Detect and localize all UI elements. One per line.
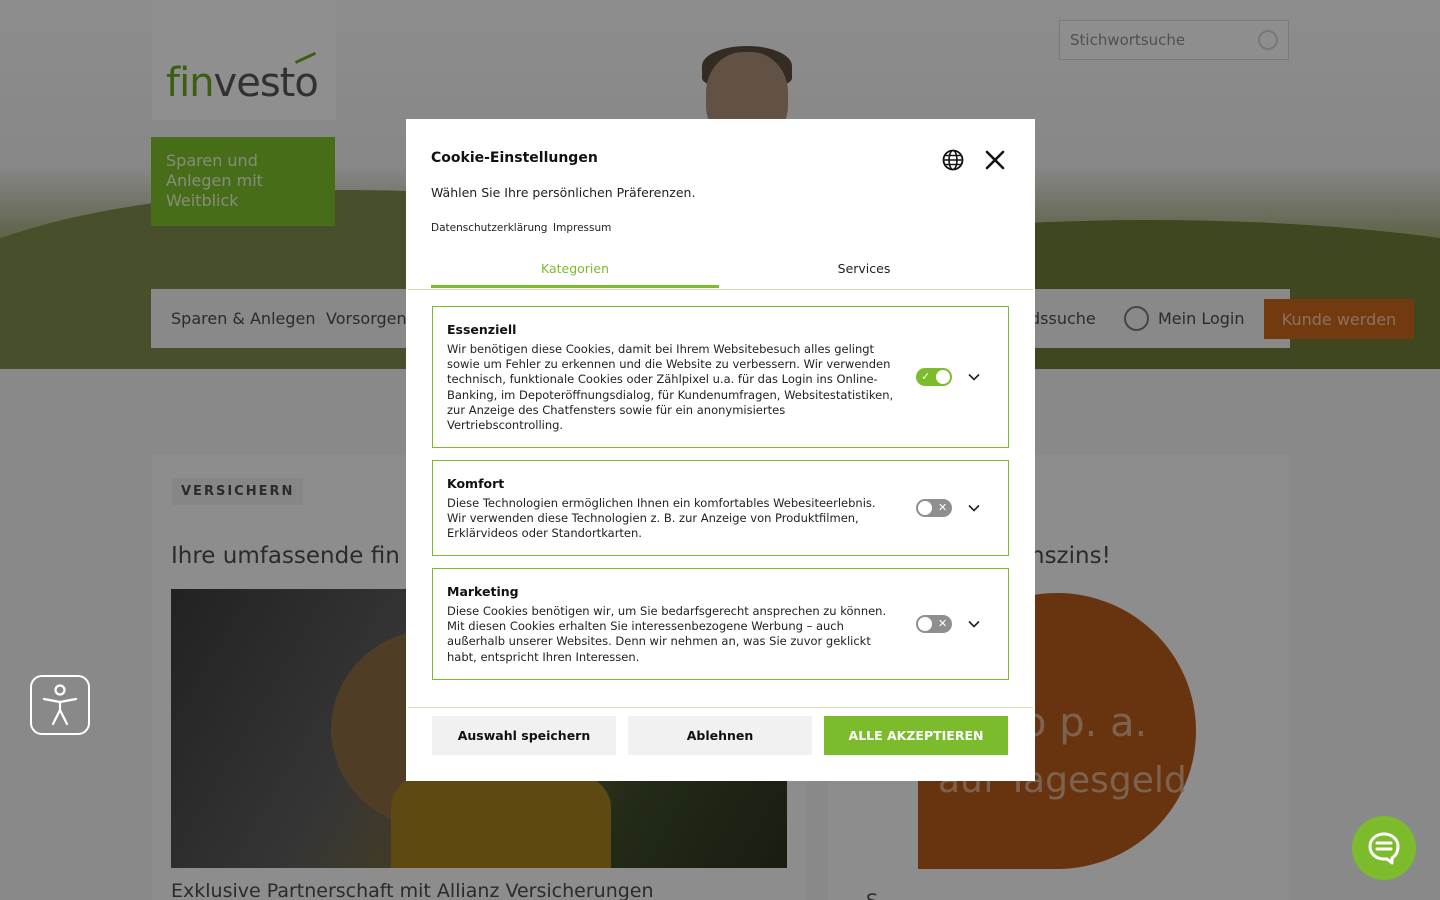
globe-icon[interactable] (942, 149, 964, 171)
tab-divider (408, 289, 1033, 290)
accept-all-button[interactable]: ALLE AKZEPTIEREN (824, 716, 1008, 755)
save-selection-button[interactable]: Auswahl speichern (432, 716, 616, 755)
chevron-down-icon[interactable] (967, 370, 981, 384)
category-description: Diese Cookies benötigen wir, um Sie beda… (447, 604, 887, 664)
chevron-down-icon[interactable] (967, 501, 981, 515)
category-komfort: Komfort Diese Technologien ermöglichen I… (432, 460, 1009, 556)
x-icon: ✕ (938, 617, 948, 630)
toggle-knob (918, 501, 932, 515)
toggle-komfort[interactable]: ✕ (916, 499, 952, 517)
toggle-essenziell[interactable]: ✓ (916, 368, 952, 386)
tab-services[interactable]: Services (720, 261, 1008, 285)
toggle-marketing[interactable]: ✕ (916, 615, 952, 633)
category-description: Diese Technologien ermöglichen Ihnen ein… (447, 496, 876, 541)
toggle-knob (918, 617, 932, 631)
x-icon: ✕ (938, 501, 948, 514)
dialog-title: Cookie-Einstellungen (431, 150, 598, 166)
category-title: Essenziell (447, 322, 517, 337)
deny-button[interactable]: Ablehnen (628, 716, 812, 755)
imprint-link[interactable]: Impressum (553, 222, 611, 234)
category-description: Wir benötigen diese Cookies, damit bei I… (447, 342, 894, 433)
toggle-knob (936, 370, 950, 384)
accessibility-button[interactable] (30, 675, 90, 735)
chat-button[interactable] (1352, 816, 1416, 880)
chevron-down-icon[interactable] (967, 617, 981, 631)
chat-icon (1368, 832, 1400, 865)
category-title: Marketing (447, 584, 519, 599)
tab-kategorien[interactable]: Kategorien (431, 261, 719, 288)
check-icon: ✓ (921, 370, 931, 383)
category-title: Komfort (447, 476, 505, 491)
dialog-subtitle: Wählen Sie Ihre persönlichen Präferenzen… (431, 185, 696, 200)
close-icon[interactable] (984, 149, 1006, 171)
category-essenziell: Essenziell Wir benötigen diese Cookies, … (432, 306, 1009, 448)
footer-divider (408, 707, 1033, 708)
category-marketing: Marketing Diese Cookies benötigen wir, u… (432, 568, 1009, 680)
accessibility-icon (42, 684, 78, 726)
privacy-policy-link[interactable]: Datenschutzerklärung (431, 222, 547, 234)
cookie-settings-dialog: Cookie-Einstellungen Wählen Sie Ihre per… (406, 119, 1035, 781)
